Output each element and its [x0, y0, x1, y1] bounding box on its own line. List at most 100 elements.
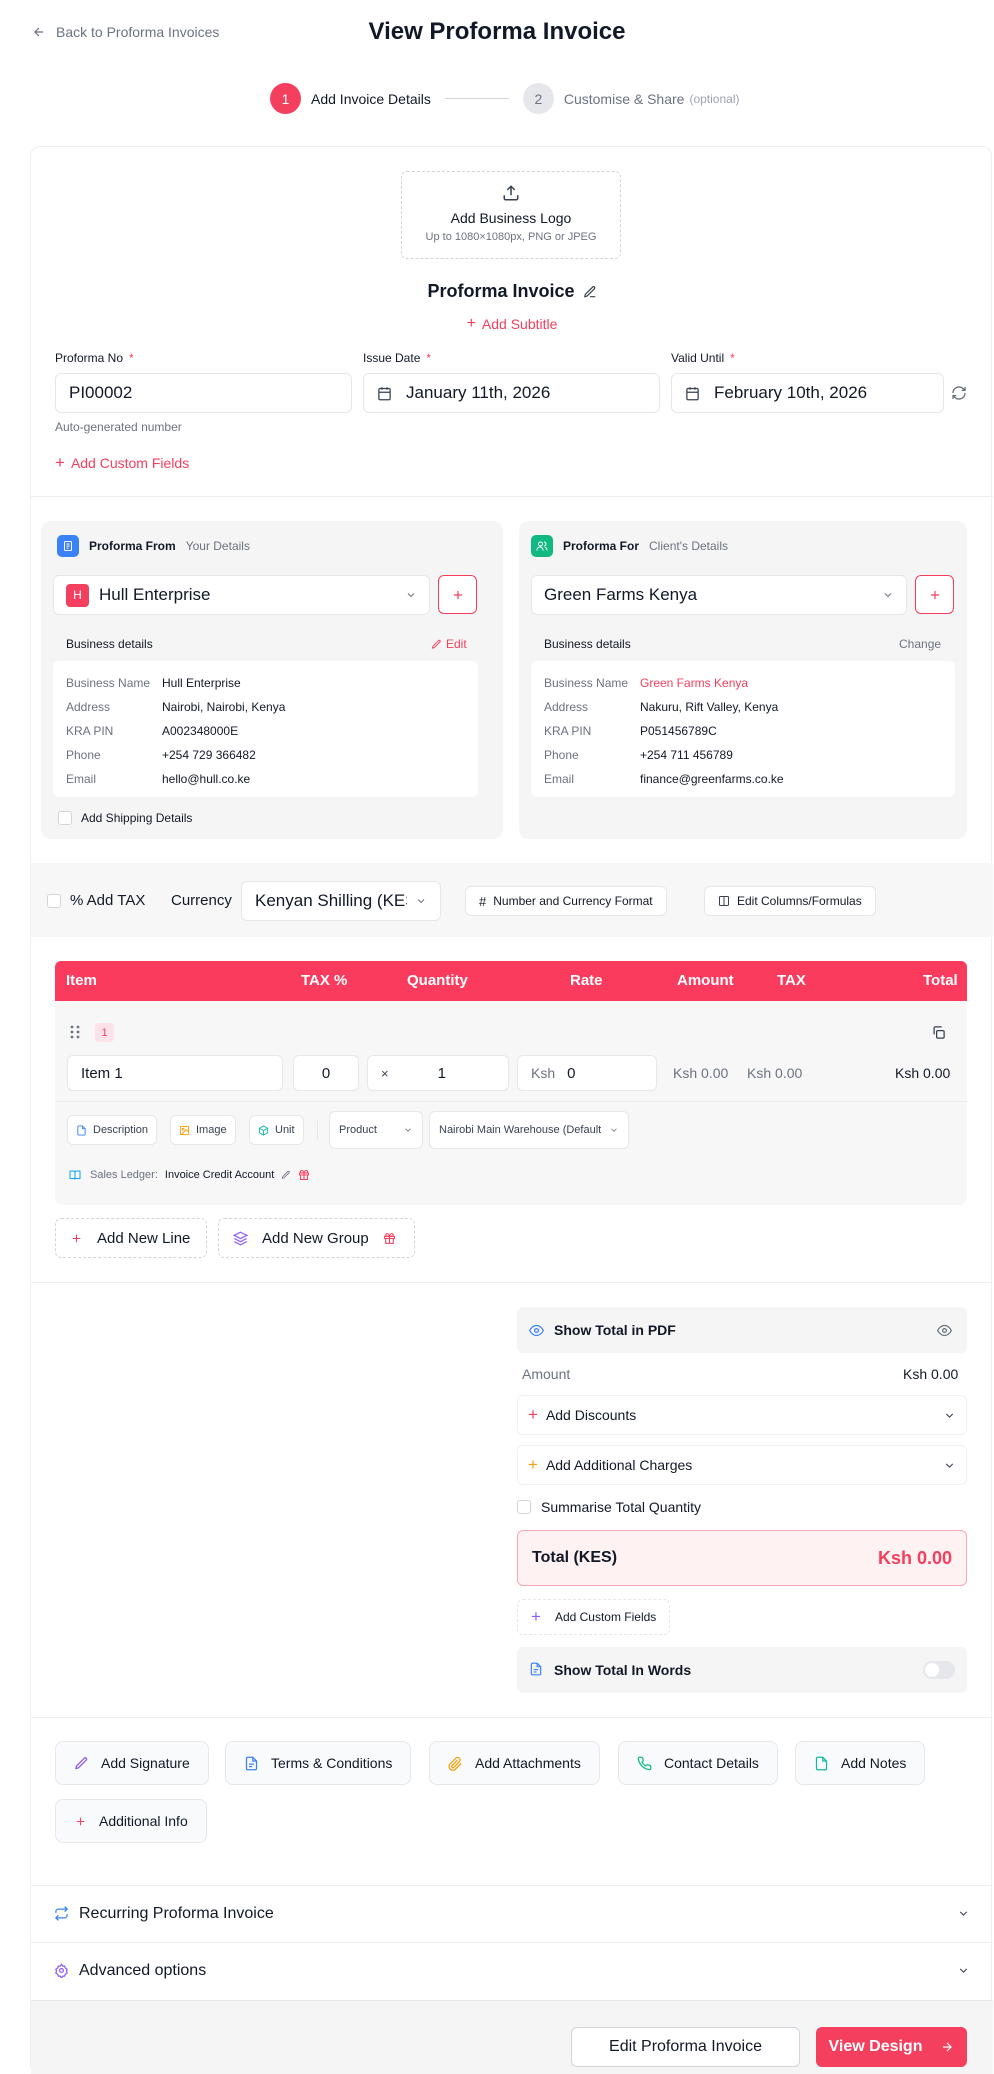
show-total-pdf-label: Show Total in PDF — [554, 1322, 676, 1338]
pencil-icon[interactable] — [583, 285, 597, 299]
add-client-button[interactable] — [915, 575, 954, 614]
add-signature-label: Add Signature — [101, 1755, 190, 1771]
contact-details-button[interactable]: Contact Details — [618, 1741, 778, 1785]
step-2-hint: (optional) — [689, 91, 740, 106]
from-header: Proforma From Your Details — [57, 535, 250, 557]
issue-date-value: January 11th, 2026 — [406, 383, 551, 402]
add-charges-row[interactable]: + Add Additional Charges — [517, 1445, 967, 1485]
divider — [31, 1717, 993, 1718]
item-rate-input[interactable]: Ksh 0 — [517, 1055, 657, 1091]
shipping-checkbox-row[interactable]: Add Shipping Details — [58, 811, 192, 825]
hash-icon: # — [479, 893, 487, 909]
add-notes-label: Add Notes — [841, 1755, 907, 1771]
add-tax-checkbox[interactable] — [47, 893, 61, 908]
currency-select[interactable]: Kenyan Shilling (KES) — [241, 881, 441, 921]
change-client-button[interactable]: Change — [899, 637, 941, 651]
valid-until-field[interactable]: February 10th, 2026 — [671, 373, 944, 413]
add-notes-button[interactable]: Add Notes — [795, 1741, 926, 1785]
from-title: Proforma From — [89, 539, 176, 553]
add-attachments-button[interactable]: Add Attachments — [429, 1741, 600, 1785]
add-signature-button[interactable]: Add Signature — [55, 1741, 209, 1785]
plus-icon: + — [466, 315, 476, 332]
edit-proforma-button[interactable]: Edit Proforma Invoice — [571, 2027, 800, 2067]
add-new-group-button[interactable]: Add New Group — [218, 1218, 415, 1258]
advanced-label: Advanced options — [79, 1961, 207, 1979]
total-value: Ksh 0.00 — [877, 1548, 952, 1568]
shipping-checkbox[interactable] — [58, 811, 72, 825]
add-custom-fields-label: Add Custom Fields — [70, 455, 190, 471]
summarise-qty-checkbox[interactable] — [517, 1500, 531, 1514]
add-business-button[interactable] — [438, 575, 477, 614]
item-name-value: Item 1 — [81, 1064, 123, 1082]
step-1[interactable]: 1 Add Invoice Details — [270, 83, 431, 114]
number-format-button[interactable]: # Number and Currency Format — [465, 886, 667, 916]
total-in-words-toggle[interactable] — [923, 1661, 955, 1679]
total-in-words-row: Show Total In Words — [517, 1647, 967, 1693]
refresh-icon[interactable] — [951, 385, 967, 401]
copy-icon[interactable] — [931, 1025, 946, 1040]
footer-bar: Edit Proforma Invoice View Design — [31, 2000, 993, 2074]
add-subtitle-label: Add Subtitle — [481, 316, 558, 332]
add-new-line-button[interactable]: Add New Line — [55, 1218, 207, 1258]
proforma-no-field[interactable]: PI00002 — [55, 373, 352, 413]
recurring-accordion[interactable]: Recurring Proforma Invoice — [31, 1885, 993, 1941]
detail-row: Email finance@greenfarms.co.ke — [544, 772, 784, 786]
additional-info-button[interactable]: Additional Info — [55, 1799, 207, 1843]
add-tax-toggle[interactable]: % Add TAX — [47, 892, 145, 909]
add-new-line-label: Add New Line — [97, 1229, 191, 1247]
view-design-label: View Design — [828, 2038, 923, 2055]
add-discounts-row[interactable]: + Add Discounts — [517, 1395, 967, 1435]
pencil-icon[interactable] — [281, 1170, 291, 1180]
calendar-icon — [377, 386, 392, 401]
add-custom-fields-button[interactable]: + Add Custom Fields — [55, 453, 189, 473]
summary-add-custom-fields-button[interactable]: + Add Custom Fields — [517, 1599, 671, 1635]
add-charges-label: Add Additional Charges — [545, 1457, 693, 1473]
eye-toggle-icon[interactable] — [937, 1323, 952, 1338]
gift-icon[interactable] — [298, 1169, 310, 1181]
col-rate: Rate — [570, 972, 603, 989]
edit-columns-button[interactable]: Edit Columns/Formulas — [704, 886, 876, 916]
detail-row: KRA PIN A002348000E — [66, 724, 239, 738]
total-box: Total (KES) Ksh 0.00 — [517, 1530, 967, 1586]
col-total: Total — [923, 972, 958, 989]
edit-columns-label: Edit Columns/Formulas — [737, 894, 862, 908]
pencil-icon — [431, 639, 442, 650]
view-design-button[interactable]: View Design — [816, 2027, 967, 2067]
item-rate-value: 0 — [567, 1064, 576, 1082]
item-tax-input[interactable]: 0 — [293, 1055, 359, 1091]
image-tag[interactable]: Image — [170, 1115, 236, 1145]
warehouse-select[interactable]: Nairobi Main Warehouse (Default) — [429, 1111, 629, 1149]
number-format-label: Number and Currency Format — [493, 894, 653, 908]
repeat-icon — [54, 1906, 69, 1921]
layers-icon — [233, 1231, 248, 1246]
unit-tag-label: Unit — [275, 1124, 295, 1136]
item-type-select[interactable]: Product — [329, 1111, 423, 1149]
col-amount: Amount — [677, 972, 734, 989]
summarise-qty-row[interactable]: Summarise Total Quantity — [517, 1499, 701, 1515]
arrow-right-icon — [940, 2040, 954, 2054]
logo-upload[interactable]: Add Business Logo Up to 1080×1080px, PNG… — [401, 171, 621, 259]
terms-button[interactable]: Terms & Conditions — [225, 1741, 412, 1785]
item-name-input[interactable]: Item 1 — [67, 1055, 283, 1091]
logo-title: Add Business Logo — [450, 210, 572, 226]
advanced-accordion[interactable]: Advanced options — [31, 1942, 993, 1998]
doc-title-row: Proforma Invoice — [31, 281, 993, 302]
unit-tag[interactable]: Unit — [249, 1115, 304, 1145]
issue-date-field[interactable]: January 11th, 2026 — [363, 373, 660, 413]
description-tag[interactable]: Description — [67, 1115, 158, 1145]
chevron-down-icon — [415, 895, 427, 907]
shipping-label: Add Shipping Details — [81, 811, 193, 825]
chevron-down-icon — [403, 1125, 413, 1135]
edit-business-button[interactable]: Edit — [431, 637, 467, 651]
from-business-select[interactable]: H Hull Enterprise — [53, 575, 430, 615]
step-2[interactable]: 2 Customise & Share (optional) — [522, 83, 740, 114]
chevron-down-icon — [957, 1964, 970, 1977]
for-details-title: Business details — [544, 637, 631, 651]
drag-handle-icon[interactable] — [70, 1025, 80, 1039]
for-client-select[interactable]: Green Farms Kenya — [531, 575, 907, 615]
terms-label: Terms & Conditions — [271, 1755, 393, 1771]
step-2-number: 2 — [522, 83, 554, 114]
show-total-pdf-row[interactable]: Show Total in PDF — [517, 1307, 967, 1353]
item-quantity-input[interactable]: × 1 — [367, 1055, 509, 1091]
add-subtitle-button[interactable]: + Add Subtitle — [31, 315, 993, 333]
